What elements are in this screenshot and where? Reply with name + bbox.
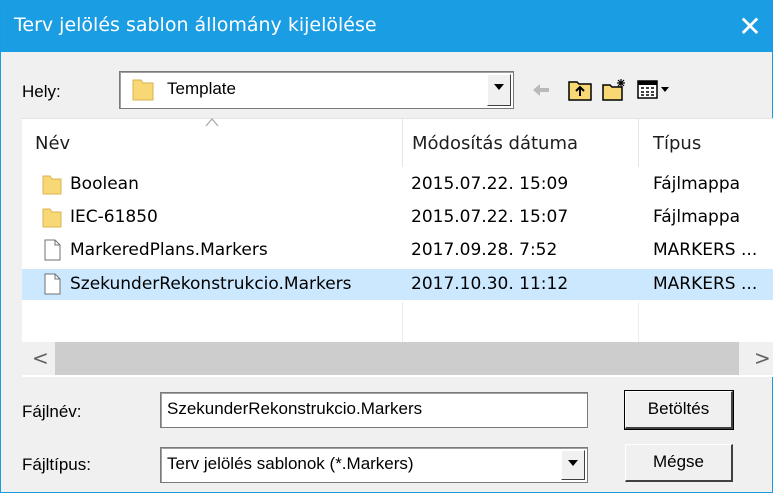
file-date: 2015.07.22. 15:07 <box>411 207 569 227</box>
column-separator <box>402 119 403 167</box>
view-menu-icon[interactable] <box>637 78 671 102</box>
file-list[interactable]: Név Módosítás dátuma Típus Boolean 2015.… <box>22 118 773 377</box>
title-bar: Terv jelölés sablon állomány kijelölése … <box>1 1 772 52</box>
location-dropdown-button[interactable] <box>487 74 511 106</box>
sort-ascending-icon <box>205 118 219 127</box>
horizontal-scrollbar[interactable]: < > <box>22 342 773 375</box>
scrollbar-thumb[interactable] <box>55 342 739 375</box>
list-item[interactable]: IEC-61850 2015.07.22. 15:07 Fájlmappa <box>22 202 773 233</box>
file-type: Fájlmappa <box>653 207 741 227</box>
file-type: MARKERS ... <box>653 240 758 260</box>
filetype-label: Fájltípus: <box>22 455 91 474</box>
file-icon <box>44 239 61 261</box>
location-label: Hely: <box>22 82 61 101</box>
column-separator <box>638 119 639 167</box>
folder-icon <box>42 175 62 195</box>
location-combo[interactable]: Template <box>119 71 514 109</box>
list-item[interactable]: MarkeredPlans.Markers 2017.09.28. 7:52 M… <box>22 235 773 266</box>
filename-value: SzekunderRekonstrukcio.Markers <box>167 399 423 418</box>
column-header-type[interactable]: Típus <box>653 133 701 154</box>
up-folder-icon[interactable] <box>568 78 592 102</box>
file-name: SzekunderRekonstrukcio.Markers <box>70 274 352 294</box>
filetype-combo[interactable]: Terv jelölés sablonok (*.Markers) <box>160 447 588 483</box>
filetype-value: Terv jelölés sablonok (*.Markers) <box>167 454 414 473</box>
load-button[interactable]: Betöltés <box>624 390 734 430</box>
back-arrow-icon[interactable] <box>529 78 553 102</box>
file-date: 2015.07.22. 15:09 <box>411 174 569 194</box>
list-item[interactable]: Boolean 2015.07.22. 15:09 Fájlmappa <box>22 169 773 200</box>
new-folder-icon[interactable] <box>602 78 626 102</box>
location-value: Template <box>167 79 236 98</box>
scroll-left-icon[interactable]: < <box>32 346 49 370</box>
column-separator <box>402 302 403 342</box>
column-header-date[interactable]: Módosítás dátuma <box>412 133 578 154</box>
file-dialog: Terv jelölés sablon állomány kijelölése … <box>0 0 773 493</box>
file-name: IEC-61850 <box>70 207 158 227</box>
file-name: Boolean <box>70 174 139 194</box>
file-date: 2017.09.28. 7:52 <box>411 240 558 260</box>
list-item-selected[interactable]: SzekunderRekonstrukcio.Markers 2017.10.3… <box>22 269 773 300</box>
filename-input[interactable]: SzekunderRekonstrukcio.Markers <box>160 392 588 428</box>
filetype-dropdown-button[interactable] <box>561 450 585 480</box>
scroll-right-icon[interactable]: > <box>754 346 771 370</box>
file-type: Fájlmappa <box>653 174 741 194</box>
window-title: Terv jelölés sablon állomány kijelölése <box>14 14 377 36</box>
column-header-name[interactable]: Név <box>35 133 70 154</box>
file-icon <box>44 273 61 295</box>
column-separator <box>638 302 639 342</box>
folder-icon <box>132 79 154 101</box>
folder-icon <box>42 208 62 228</box>
close-icon[interactable]: ✕ <box>734 11 766 43</box>
file-date: 2017.10.30. 11:12 <box>411 274 569 294</box>
file-name: MarkeredPlans.Markers <box>70 240 268 260</box>
cancel-button[interactable]: Mégse <box>625 444 733 482</box>
file-type: MARKERS ... <box>653 274 758 294</box>
filename-label: Fájlnév: <box>22 402 82 421</box>
